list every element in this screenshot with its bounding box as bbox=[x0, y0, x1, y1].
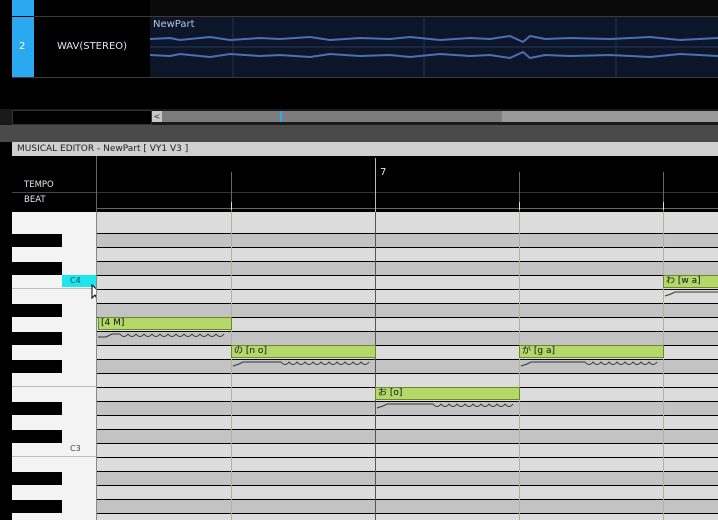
pitch-lane[interactable] bbox=[97, 220, 718, 233]
pitch-lane[interactable] bbox=[97, 458, 718, 471]
header-divider bbox=[12, 192, 96, 193]
pitch-lane[interactable] bbox=[97, 248, 718, 261]
black-key[interactable] bbox=[12, 262, 62, 275]
audio-part[interactable]: NewPart bbox=[150, 17, 718, 77]
measure-number: 7 bbox=[380, 167, 387, 178]
black-key[interactable] bbox=[12, 360, 62, 373]
piano-keyboard[interactable]: C4 C3 bbox=[12, 212, 104, 520]
beat-label: BEAT bbox=[24, 195, 46, 205]
musical-editor-title: MUSICAL EDITOR - NewPart [ VY1 V3 ] bbox=[12, 142, 718, 156]
black-key[interactable] bbox=[12, 304, 62, 317]
tempo-label: TEMPO bbox=[24, 180, 54, 190]
editor-header: TEMPO BEAT 7 bbox=[12, 156, 718, 212]
black-key[interactable] bbox=[12, 472, 62, 485]
playhead-marker bbox=[280, 111, 282, 122]
note[interactable]: の [n o] bbox=[231, 345, 376, 358]
track-1-lane[interactable] bbox=[150, 0, 718, 17]
pitch-lane[interactable] bbox=[97, 416, 718, 429]
pitch-lane[interactable] bbox=[97, 262, 718, 275]
waveform bbox=[150, 17, 718, 77]
pitch-lane[interactable] bbox=[97, 234, 718, 247]
pitch-lane[interactable] bbox=[97, 290, 718, 303]
empty-track-lane[interactable] bbox=[150, 78, 718, 109]
pitch-lane[interactable] bbox=[97, 430, 718, 443]
note[interactable]: お [o] bbox=[375, 387, 520, 400]
black-key[interactable] bbox=[12, 332, 62, 345]
note[interactable]: わ [w a] bbox=[663, 275, 718, 288]
pitch-lane[interactable] bbox=[97, 514, 718, 520]
track-1-header[interactable] bbox=[34, 0, 150, 17]
key-divider bbox=[12, 288, 96, 289]
beat-mark bbox=[231, 202, 232, 210]
piano-roll[interactable]: [4 M] の [n o] お [o] が [g a] わ [w a] bbox=[97, 212, 718, 520]
scroll-left-button[interactable]: < bbox=[152, 111, 162, 122]
c3-key-label: C3 bbox=[70, 444, 81, 453]
vibrato-icon bbox=[664, 291, 718, 297]
arrangement-area: 2 WAV(STEREO) NewPart bbox=[0, 0, 718, 110]
pitch-lane[interactable] bbox=[97, 500, 718, 513]
vibrato-icon bbox=[232, 361, 370, 367]
pitch-lane[interactable] bbox=[97, 276, 718, 289]
vibrato-icon bbox=[376, 403, 514, 409]
pane-splitter[interactable] bbox=[0, 125, 718, 142]
key-divider bbox=[12, 386, 96, 387]
note[interactable]: が [g a] bbox=[519, 345, 664, 358]
track-1-number-cell[interactable] bbox=[12, 0, 34, 16]
note[interactable]: [4 M] bbox=[98, 317, 232, 330]
track-number-cell[interactable]: 2 bbox=[12, 17, 34, 77]
black-key[interactable] bbox=[12, 500, 62, 513]
pitch-lane[interactable] bbox=[97, 304, 718, 317]
measure-line bbox=[375, 158, 376, 212]
beat-track[interactable] bbox=[97, 208, 718, 209]
vibrato-icon bbox=[98, 333, 225, 338]
beat-mark bbox=[663, 202, 664, 210]
scroll-track[interactable] bbox=[162, 111, 718, 122]
track-name[interactable]: WAV(STEREO) bbox=[34, 17, 151, 77]
black-key[interactable] bbox=[12, 234, 62, 247]
pitch-lane[interactable] bbox=[97, 444, 718, 457]
tempo-track[interactable] bbox=[97, 192, 718, 193]
pitch-lane[interactable] bbox=[97, 374, 718, 387]
pitch-lane[interactable] bbox=[97, 486, 718, 499]
scrollbar-spacer bbox=[12, 110, 152, 125]
track-number: 2 bbox=[19, 41, 26, 52]
black-key[interactable] bbox=[12, 402, 62, 415]
key-divider bbox=[12, 456, 96, 457]
scroll-thumb[interactable] bbox=[162, 111, 502, 122]
arranger-scrollbar[interactable]: < bbox=[0, 109, 718, 125]
vibrato-icon bbox=[520, 361, 658, 367]
black-key[interactable] bbox=[12, 430, 62, 443]
pitch-lane[interactable] bbox=[97, 472, 718, 485]
beat-mark bbox=[519, 202, 520, 210]
